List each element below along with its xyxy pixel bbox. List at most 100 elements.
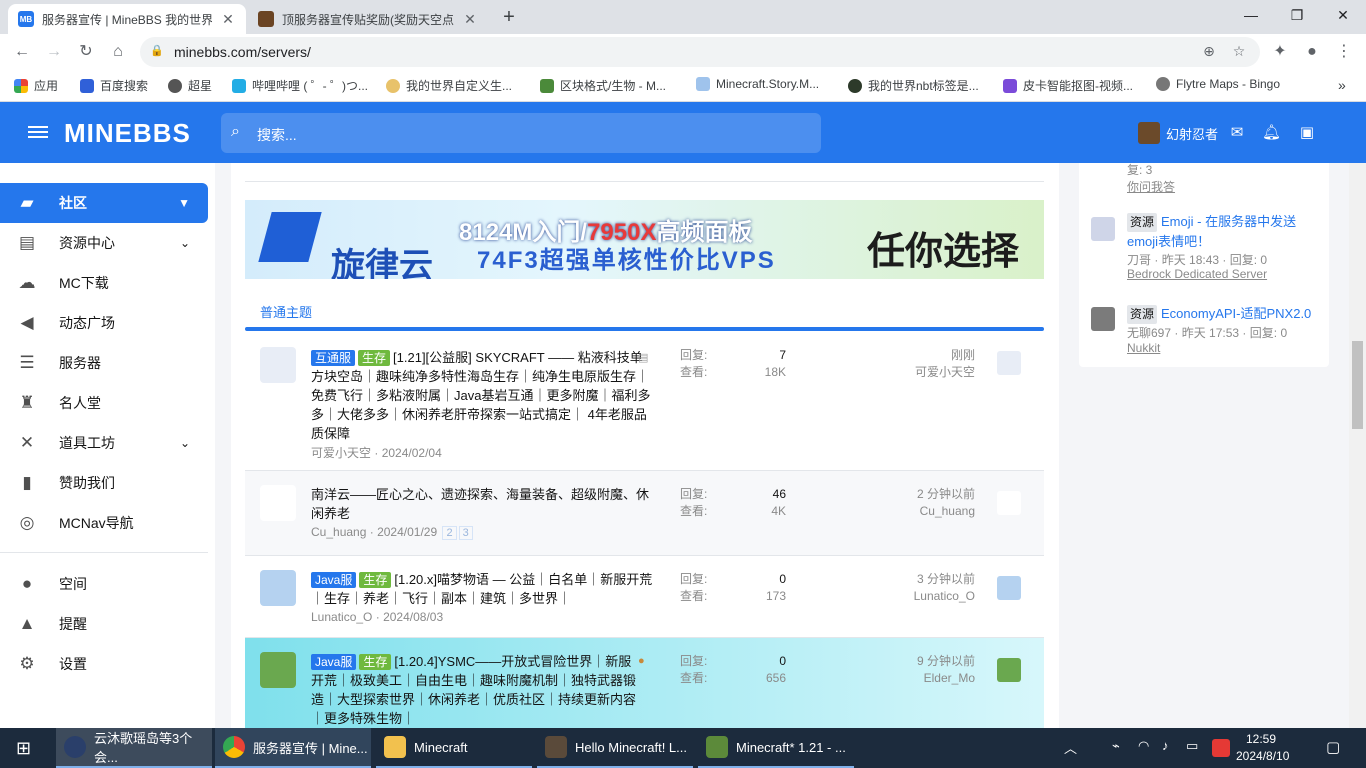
- minimize-icon[interactable]: —: [1228, 0, 1274, 30]
- thread-row[interactable]: 南洋云——匠心之心、遗迹探索、海量装备、超级附魔、休闲养老 Cu_huang ·…: [245, 471, 1044, 556]
- page-link[interactable]: 3: [458, 526, 473, 540]
- sidebar-item-settings[interactable]: ⚙ 设置: [0, 644, 208, 684]
- new-tab-icon[interactable]: +: [498, 6, 520, 28]
- bookmark-star-icon[interactable]: ☆: [1230, 43, 1248, 61]
- thread-row[interactable]: 互通服 生存 [1.21][公益服] SKYCRAFT —— 粘液科技单方块空岛｜趣…: [245, 331, 1044, 471]
- bookmark-chunk-format[interactable]: 区块格式/生物 - M...: [540, 77, 666, 94]
- sidebar-item-hall-of-fame[interactable]: ♜ 名人堂: [0, 383, 208, 423]
- sidebar-item-tools[interactable]: ✕ 道具工坊 ⌄: [0, 423, 208, 463]
- volume-icon[interactable]: ♪: [1162, 738, 1169, 753]
- gear-icon: ⚙: [19, 654, 35, 673]
- last-post: 刚刚 可爱小天空: [914, 348, 975, 379]
- close-tab-icon[interactable]: ✕: [462, 11, 478, 28]
- forum-link[interactable]: Bedrock Dedicated Server: [1127, 267, 1267, 281]
- chevron-up-icon[interactable]: ︿: [1064, 738, 1077, 757]
- wallet-icon[interactable]: ▣: [1298, 123, 1316, 141]
- bookmark-bilibili[interactable]: 哔哩哔哩 ( ゜- ゜)つ...: [232, 77, 368, 94]
- thread-title[interactable]: Java服 生存 [1.20.x]喵梦物语 — 公益｜白名单｜新服开荒｜生存｜养老｜…: [311, 570, 653, 608]
- forum-link[interactable]: 你问我答: [1127, 178, 1175, 195]
- wifi-icon[interactable]: ◠: [1138, 738, 1149, 754]
- taskbar-item[interactable]: Minecraft* 1.21 - ...: [698, 728, 854, 768]
- scrollbar-thumb[interactable]: [1352, 341, 1363, 429]
- avatar[interactable]: [997, 351, 1021, 375]
- sidebar-item-servers[interactable]: ☰ 服务器: [0, 343, 208, 383]
- mail-icon[interactable]: ✉: [1228, 123, 1246, 141]
- sidebar-item-community[interactable]: ▰ 社区 ▼: [0, 183, 208, 223]
- bookmarks-bar: 应用 百度搜索 超星 哔哩哔哩 ( ゜- ゜)つ... 我的世界自定义生... …: [0, 70, 1366, 102]
- ad-banner[interactable]: 旋律云 8124M入门/7950X高频面板 74F3超强单核性价比VPS 任你选…: [245, 200, 1044, 279]
- section-title[interactable]: 普通主题: [260, 302, 312, 321]
- sidebar-item-mc-download[interactable]: ☁ MC下载: [0, 263, 208, 303]
- add-icon[interactable]: ⊕: [1200, 43, 1218, 61]
- site-logo[interactable]: MINEBBS: [64, 118, 191, 149]
- hamburger-menu-icon[interactable]: [28, 123, 48, 141]
- bookmark-baidu[interactable]: 百度搜索: [80, 77, 148, 94]
- page-scrollbar[interactable]: [1349, 163, 1366, 728]
- sidebar-item-resources[interactable]: ▤ 资源中心 ⌄: [0, 223, 208, 263]
- thread-stats: 回复: 7 查看: 18K: [680, 348, 786, 379]
- thread-title[interactable]: 互通服 生存 [1.21][公益服] SKYCRAFT —— 粘液科技单方块空岛｜趣…: [311, 348, 653, 443]
- notification-icon[interactable]: ▢: [1326, 738, 1340, 756]
- sidebar-item-space[interactable]: ● 空间: [0, 564, 208, 604]
- user-menu[interactable]: 幻射忍者: [1138, 122, 1218, 144]
- bookmark-pika[interactable]: 皮卡智能抠图-视频...: [1003, 77, 1133, 94]
- bookmark-minecraft-story[interactable]: Minecraft.Story.M...: [696, 77, 819, 91]
- thread-title[interactable]: 南洋云——匠心之心、遗迹探索、海量装备、超级附魔、休闲养老: [311, 485, 653, 523]
- bookmark-flytre[interactable]: Flytre Maps - Bingo: [1156, 77, 1280, 91]
- page-link[interactable]: 2: [442, 526, 457, 540]
- search-input[interactable]: ⌕ 搜索...: [221, 113, 821, 153]
- avatar[interactable]: [997, 658, 1021, 682]
- tab-title: 顶服务器宣传贴奖励(奖励天空点: [282, 12, 454, 27]
- sidebar-item-mcnav[interactable]: ◎ MCNav导航: [0, 503, 208, 543]
- bookmark-site-icon: [848, 78, 862, 93]
- forward-icon[interactable]: →: [42, 40, 66, 64]
- prefix-badge[interactable]: Java服: [311, 572, 357, 588]
- sidebar-item-feed[interactable]: ◀ 动态广场: [0, 303, 208, 343]
- bookmark-mc-custom[interactable]: 我的世界自定义生...: [386, 77, 512, 94]
- windows-start-icon[interactable]: ⊞: [0, 728, 50, 768]
- close-tab-icon[interactable]: ✕: [220, 11, 236, 28]
- back-icon[interactable]: ←: [10, 40, 34, 64]
- avatar[interactable]: [997, 576, 1021, 600]
- url-text[interactable]: minebbs.com/servers/: [174, 44, 311, 60]
- address-bar[interactable]: 🔒 minebbs.com/servers/ ⊕ ☆: [140, 37, 1260, 67]
- bookmark-nbt[interactable]: 我的世界nbt标签是...: [848, 77, 979, 94]
- taskbar-item[interactable]: Minecraft: [376, 728, 532, 768]
- prefix-badge[interactable]: 生存: [359, 654, 392, 670]
- thread-title[interactable]: Java服 生存 [1.20.4]YSMC——开放式冒险世界｜新服开荒｜极致美工｜自…: [311, 652, 641, 728]
- clock[interactable]: 12:59 2024/8/10: [1236, 731, 1289, 765]
- bookmark-apps[interactable]: 应用: [14, 77, 58, 94]
- avatar[interactable]: [997, 491, 1021, 515]
- maximize-icon[interactable]: ❐: [1274, 0, 1320, 30]
- reload-icon[interactable]: ↻: [74, 40, 98, 64]
- prefix-badge[interactable]: Java服: [311, 654, 357, 670]
- more-bookmarks-icon[interactable]: »: [1338, 77, 1346, 93]
- taskbar-item[interactable]: Hello Minecraft! L...: [537, 728, 693, 768]
- taskbar-item[interactable]: 云沐歌瑶岛等3个会...: [56, 728, 212, 768]
- profile-icon[interactable]: ●: [1300, 40, 1324, 64]
- apps-grid-icon: [14, 78, 28, 93]
- bell-icon[interactable]: 🔔︎: [1262, 123, 1281, 141]
- app-tray-icon[interactable]: [1212, 739, 1230, 757]
- browser-tab-active[interactable]: MB 服务器宣传 | MineBBS 我的世界 ✕: [8, 4, 246, 34]
- sidebar-item-sponsor[interactable]: ▮ 赞助我们: [0, 463, 208, 503]
- close-window-icon[interactable]: ✕: [1320, 0, 1366, 30]
- extensions-icon[interactable]: ✦: [1268, 40, 1292, 64]
- prefix-badge[interactable]: 互通服: [311, 350, 356, 366]
- taskbar-item-chrome[interactable]: 服务器宣传 | Mine...: [215, 728, 371, 768]
- home-icon[interactable]: ⌂: [106, 40, 130, 64]
- battery-icon[interactable]: ▭: [1186, 738, 1198, 754]
- avatar: [1091, 307, 1115, 331]
- bookmark-chaoxing[interactable]: 超星: [168, 77, 212, 94]
- prefix-badge[interactable]: 生存: [359, 572, 392, 588]
- document-icon: ▤: [638, 352, 649, 364]
- resource-title[interactable]: EconomyAPI-适配PNX2.0: [1161, 306, 1311, 321]
- thread-row[interactable]: Java服 生存 [1.20.x]喵梦物语 — 公益｜白名单｜新服开荒｜生存｜养老｜…: [245, 556, 1044, 638]
- sidebar-item-alerts[interactable]: ▲ 提醒: [0, 604, 208, 644]
- thread-row-featured[interactable]: Java服 生存 [1.20.4]YSMC——开放式冒险世界｜新服开荒｜极致美工｜自…: [245, 638, 1044, 728]
- browser-tab[interactable]: 顶服务器宣传贴奖励(奖励天空点 ✕: [248, 4, 488, 34]
- network-icon[interactable]: ⌁: [1112, 738, 1120, 754]
- forum-link[interactable]: Nukkit: [1127, 341, 1160, 355]
- prefix-badge[interactable]: 生存: [358, 350, 391, 366]
- menu-icon[interactable]: ⋮: [1332, 40, 1356, 64]
